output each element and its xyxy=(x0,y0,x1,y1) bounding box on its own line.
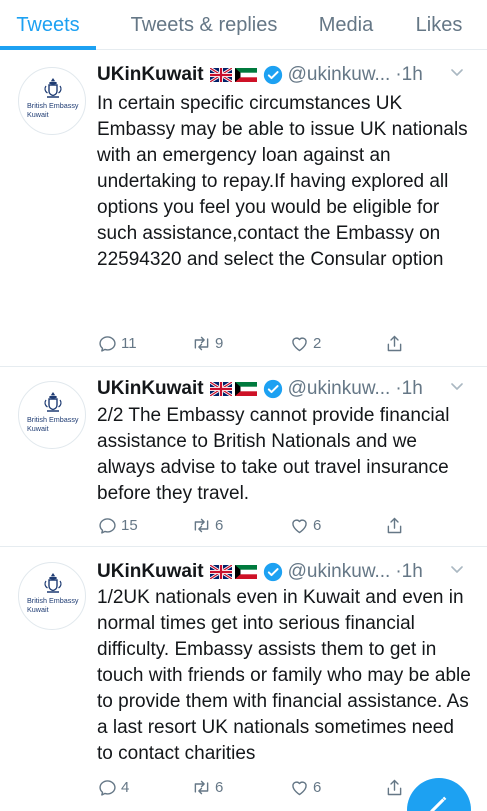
share-icon xyxy=(384,515,405,536)
kuwait-flag-icon xyxy=(235,382,257,396)
display-name[interactable]: UKinKuwait xyxy=(97,64,204,86)
uk-flag-icon xyxy=(210,565,232,579)
tab-media[interactable]: Media xyxy=(306,0,386,50)
reply-button[interactable]: 4 xyxy=(97,775,129,799)
retweet-count: 6 xyxy=(215,516,224,534)
avatar-text: British Embassy Kuwait xyxy=(27,101,79,119)
tweet-text: In certain specific circumstances UK Emb… xyxy=(97,93,468,270)
tweet[interactable]: British Embassy Kuwait UKinKuwait @ukink… xyxy=(0,547,487,811)
tweet-header: UKinKuwait @ukinkuw... ·1h xyxy=(97,61,477,89)
tweet-actions: 11 9 2 xyxy=(97,331,417,355)
chevron-down-icon[interactable] xyxy=(451,68,463,78)
retweet-icon xyxy=(191,333,212,354)
like-button[interactable]: 6 xyxy=(289,775,321,799)
reply-button[interactable]: 11 xyxy=(97,331,137,355)
retweet-icon xyxy=(191,515,212,536)
avatar-text: British Embassy Kuwait xyxy=(27,415,79,433)
retweet-button[interactable]: 9 xyxy=(191,331,223,355)
uk-flag-icon xyxy=(210,68,232,82)
tweet-header: UKinKuwait @ukinkuw... ·1h xyxy=(97,558,477,586)
kuwait-flag-icon xyxy=(235,68,257,82)
heart-icon xyxy=(289,515,310,536)
tweet[interactable]: British Embassy Kuwait UKinKuwait @ukink… xyxy=(0,51,487,367)
like-count: 6 xyxy=(313,778,322,796)
retweet-button[interactable]: 6 xyxy=(191,775,223,799)
like-count: 2 xyxy=(313,334,322,352)
timestamp[interactable]: ·1h xyxy=(395,64,422,86)
avatar[interactable]: British Embassy Kuwait xyxy=(18,562,86,630)
active-tab-indicator xyxy=(0,46,96,50)
chevron-down-icon[interactable] xyxy=(451,565,463,575)
handle[interactable]: @ukinkuw... xyxy=(288,561,391,583)
tab-tweets[interactable]: Tweets xyxy=(0,0,96,50)
heart-icon xyxy=(289,777,310,798)
tweet-text: 2/2 The Embassy cannot provide financial… xyxy=(97,405,450,504)
share-icon xyxy=(384,777,405,798)
tab-tweets-and-replies[interactable]: Tweets & replies xyxy=(112,0,296,50)
tweet[interactable]: British Embassy Kuwait UKinKuwait @ukink… xyxy=(0,367,487,547)
reply-icon xyxy=(97,333,118,354)
retweet-button[interactable]: 6 xyxy=(191,513,223,537)
like-count: 6 xyxy=(313,516,322,534)
like-button[interactable]: 2 xyxy=(289,331,321,355)
tab-likes[interactable]: Likes xyxy=(404,0,474,50)
royal-crest-icon xyxy=(41,76,65,100)
reply-icon xyxy=(97,515,118,536)
tweet-actions: 15 6 6 xyxy=(97,513,417,537)
display-name[interactable]: UKinKuwait xyxy=(97,378,204,400)
handle[interactable]: @ukinkuw... xyxy=(288,64,391,86)
chevron-down-icon[interactable] xyxy=(451,382,463,392)
share-button[interactable] xyxy=(384,775,408,799)
compose-tweet-icon xyxy=(430,796,447,811)
royal-crest-icon xyxy=(41,390,65,414)
reply-count: 15 xyxy=(121,516,138,534)
timestamp[interactable]: ·1h xyxy=(395,561,422,583)
reply-count: 4 xyxy=(121,778,130,796)
tweet-actions: 4 6 6 xyxy=(97,775,417,799)
retweet-count: 6 xyxy=(215,778,224,796)
reply-count: 11 xyxy=(121,334,137,352)
reply-icon xyxy=(97,777,118,798)
kuwait-flag-icon xyxy=(235,565,257,579)
uk-flag-icon xyxy=(210,382,232,396)
share-icon xyxy=(384,333,405,354)
timestamp[interactable]: ·1h xyxy=(395,378,422,400)
royal-crest-icon xyxy=(41,571,65,595)
verified-badge-icon xyxy=(263,65,283,85)
like-button[interactable]: 6 xyxy=(289,513,321,537)
verified-badge-icon xyxy=(263,379,283,399)
profile-tabs: Tweets Tweets & replies Media Likes xyxy=(0,0,487,50)
avatar[interactable]: British Embassy Kuwait xyxy=(18,381,86,449)
share-button[interactable] xyxy=(384,331,408,355)
avatar-text: British Embassy Kuwait xyxy=(27,596,79,614)
handle[interactable]: @ukinkuw... xyxy=(288,378,391,400)
tweet-text: 1/2UK nationals even in Kuwait and even … xyxy=(97,587,471,764)
display-name[interactable]: UKinKuwait xyxy=(97,561,204,583)
tweet-header: UKinKuwait @ukinkuw... ·1h xyxy=(97,375,477,403)
reply-button[interactable]: 15 xyxy=(97,513,138,537)
retweet-icon xyxy=(191,777,212,798)
avatar[interactable]: British Embassy Kuwait xyxy=(18,67,86,135)
heart-icon xyxy=(289,333,310,354)
verified-badge-icon xyxy=(263,562,283,582)
share-button[interactable] xyxy=(384,513,408,537)
retweet-count: 9 xyxy=(215,334,224,352)
